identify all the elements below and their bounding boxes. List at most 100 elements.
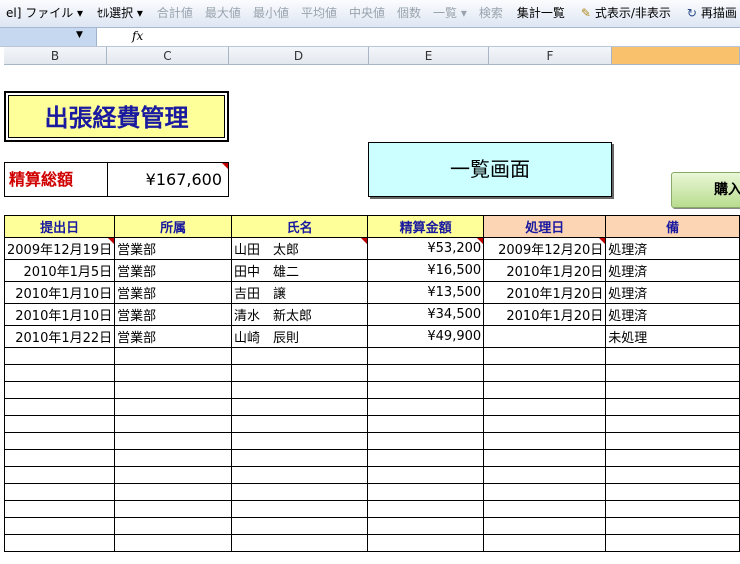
cell-process-date[interactable]: 2010年1月20日 xyxy=(483,259,607,282)
cell-submit-date[interactable]: 2010年1月5日 xyxy=(3,259,116,282)
file-menu[interactable]: el] ファイル ▾ xyxy=(0,0,89,27)
toggle-formula-button[interactable]: ✎ 式表示/非表示 xyxy=(573,0,677,27)
empty-cell[interactable] xyxy=(367,483,485,501)
empty-cell[interactable] xyxy=(605,381,740,399)
empty-cell[interactable] xyxy=(114,466,232,484)
cell-name[interactable]: 山崎 辰則 xyxy=(230,325,369,348)
empty-cell[interactable] xyxy=(230,483,369,501)
empty-cell[interactable] xyxy=(3,432,116,450)
empty-cell[interactable] xyxy=(605,347,740,365)
empty-cell[interactable] xyxy=(367,534,485,552)
cell-department[interactable]: 営業部 xyxy=(114,303,232,326)
empty-cell[interactable] xyxy=(3,466,116,484)
empty-cell[interactable] xyxy=(483,381,607,399)
cell-amount[interactable]: ¥34,500 xyxy=(367,303,485,326)
chevron-down-icon[interactable]: ▼ xyxy=(76,30,83,40)
column-header-e[interactable]: E xyxy=(369,47,489,65)
empty-cell[interactable] xyxy=(483,347,607,365)
empty-cell[interactable] xyxy=(367,415,485,433)
list-menu[interactable]: 一覧 ▾ xyxy=(427,0,473,27)
empty-cell[interactable] xyxy=(230,347,369,365)
cell-name[interactable]: 田中 雄二 xyxy=(230,259,369,282)
empty-cell[interactable] xyxy=(3,398,116,416)
empty-cell[interactable] xyxy=(605,483,740,501)
empty-cell[interactable] xyxy=(230,432,369,450)
empty-cell[interactable] xyxy=(483,398,607,416)
empty-cell[interactable] xyxy=(114,483,232,501)
empty-cell[interactable] xyxy=(114,449,232,467)
empty-cell[interactable] xyxy=(114,534,232,552)
empty-cell[interactable] xyxy=(367,432,485,450)
empty-cell[interactable] xyxy=(230,500,369,518)
empty-cell[interactable] xyxy=(367,398,485,416)
column-header-g[interactable] xyxy=(612,47,740,65)
empty-cell[interactable] xyxy=(3,500,116,518)
cell-amount[interactable]: ¥16,500 xyxy=(367,259,485,282)
empty-cell[interactable] xyxy=(605,449,740,467)
empty-cell[interactable] xyxy=(3,364,116,382)
column-header-b[interactable]: B xyxy=(4,47,107,65)
redraw-button[interactable]: ↻ 再描画 xyxy=(679,0,740,27)
cell-department[interactable]: 営業部 xyxy=(114,237,232,260)
cell-submit-date[interactable]: 2010年1月10日 xyxy=(3,281,116,304)
empty-cell[interactable] xyxy=(230,466,369,484)
cell-process-date[interactable]: 2009年12月20日 xyxy=(483,237,607,260)
empty-cell[interactable] xyxy=(367,364,485,382)
header-process-date[interactable]: 処理日 xyxy=(483,215,607,238)
summary-list-button[interactable]: 集計一覧 xyxy=(511,0,571,27)
empty-cell[interactable] xyxy=(483,449,607,467)
name-box[interactable]: ▼ xyxy=(0,28,97,46)
cell-amount[interactable]: ¥13,500 xyxy=(367,281,485,304)
empty-cell[interactable] xyxy=(483,364,607,382)
empty-cell[interactable] xyxy=(114,398,232,416)
cell-submit-date[interactable]: 2010年1月22日 xyxy=(3,325,116,348)
empty-cell[interactable] xyxy=(3,483,116,501)
header-name[interactable]: 氏名 xyxy=(230,215,369,238)
fx-icon[interactable]: fx xyxy=(132,29,143,43)
empty-cell[interactable] xyxy=(3,347,116,365)
cell-remarks[interactable]: 処理済 xyxy=(605,281,740,304)
empty-cell[interactable] xyxy=(483,483,607,501)
cell-process-date[interactable]: 2010年1月20日 xyxy=(483,303,607,326)
header-submit-date[interactable]: 提出日 xyxy=(3,215,116,238)
empty-cell[interactable] xyxy=(367,466,485,484)
header-department[interactable]: 所属 xyxy=(114,215,232,238)
empty-cell[interactable] xyxy=(605,432,740,450)
empty-cell[interactable] xyxy=(114,415,232,433)
sum-button[interactable]: 合計値 xyxy=(151,0,199,27)
cell-remarks[interactable]: 処理済 xyxy=(605,237,740,260)
empty-cell[interactable] xyxy=(114,517,232,535)
empty-cell[interactable] xyxy=(605,534,740,552)
empty-cell[interactable] xyxy=(3,449,116,467)
empty-cell[interactable] xyxy=(367,449,485,467)
cell-department[interactable]: 営業部 xyxy=(114,325,232,348)
cell-remarks[interactable]: 処理済 xyxy=(605,259,740,282)
cell-process-date[interactable]: 2010年1月20日 xyxy=(483,281,607,304)
empty-cell[interactable] xyxy=(230,534,369,552)
cell-name[interactable]: 清水 新太郎 xyxy=(230,303,369,326)
empty-cell[interactable] xyxy=(367,500,485,518)
median-button[interactable]: 中央値 xyxy=(343,0,391,27)
cell-department[interactable]: 営業部 xyxy=(114,259,232,282)
header-amount[interactable]: 精算金額 xyxy=(367,215,485,238)
search-button[interactable]: 検索 xyxy=(473,0,509,27)
empty-cell[interactable] xyxy=(114,364,232,382)
cell-department[interactable]: 営業部 xyxy=(114,281,232,304)
cell-name[interactable]: 吉田 譲 xyxy=(230,281,369,304)
average-button[interactable]: 平均値 xyxy=(295,0,343,27)
min-button[interactable]: 最小値 xyxy=(247,0,295,27)
empty-cell[interactable] xyxy=(483,500,607,518)
cell-remarks[interactable]: 未処理 xyxy=(605,325,740,348)
purchase-button[interactable]: 購入 xyxy=(671,172,740,208)
empty-cell[interactable] xyxy=(605,500,740,518)
header-remarks[interactable]: 備 xyxy=(605,215,740,238)
empty-cell[interactable] xyxy=(483,432,607,450)
count-button[interactable]: 個数 xyxy=(391,0,427,27)
empty-cell[interactable] xyxy=(483,534,607,552)
cell-name[interactable]: 山田 太郎 xyxy=(230,237,369,260)
empty-cell[interactable] xyxy=(367,517,485,535)
cell-select-menu[interactable]: ｾﾙ選択 ▾ xyxy=(91,0,149,27)
empty-cell[interactable] xyxy=(3,534,116,552)
empty-cell[interactable] xyxy=(114,347,232,365)
empty-cell[interactable] xyxy=(483,517,607,535)
